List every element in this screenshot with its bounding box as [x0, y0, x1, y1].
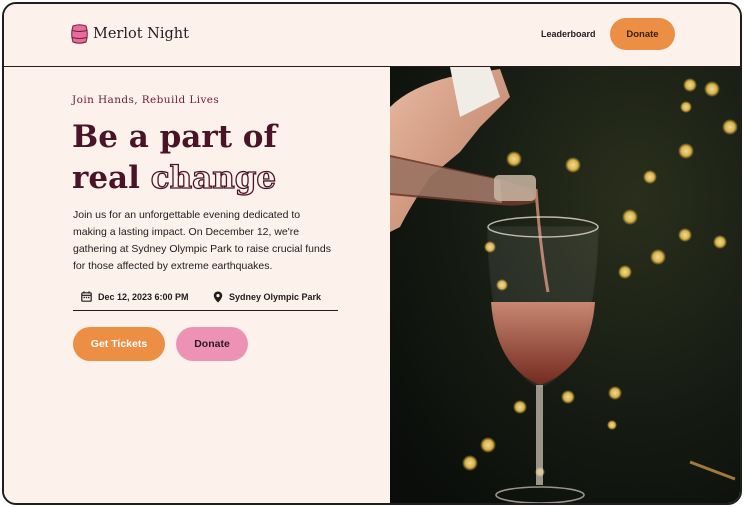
- event-details: Dec 12, 2023 6:00 PM Sydney Olympic Park: [73, 286, 338, 311]
- wine-pour-photo: [390, 67, 740, 503]
- brand-name: Merlot Night: [93, 26, 189, 42]
- event-date: Dec 12, 2023 6:00 PM: [81, 291, 189, 302]
- site-header: Merlot Night Leaderboard Donate: [4, 4, 740, 67]
- wine-barrel-icon: [71, 24, 88, 44]
- event-location: Sydney Olympic Park: [213, 291, 321, 303]
- event-date-text: Dec 12, 2023 6:00 PM: [98, 291, 189, 302]
- headline-word-real: real: [72, 160, 140, 196]
- headline-word-change: change: [150, 159, 277, 196]
- headline-line-1: Be a part of: [72, 119, 277, 155]
- nav-donate-button[interactable]: Donate: [610, 18, 675, 50]
- get-tickets-button[interactable]: Get Tickets: [73, 327, 165, 361]
- event-location-text: Sydney Olympic Park: [229, 292, 322, 302]
- map-pin-icon: [213, 291, 223, 303]
- hero-description: Join us for an unforgettable evening ded…: [73, 209, 331, 272]
- hero-eyebrow: Join Hands, Rebuild Lives: [72, 94, 220, 106]
- app-window: Merlot Night Leaderboard Donate Join Han…: [2, 2, 742, 505]
- hero-headline: Be a part of real change: [72, 117, 277, 199]
- brand-logo[interactable]: Merlot Night: [71, 24, 189, 44]
- hero-image: [390, 67, 740, 503]
- nav-leaderboard-link[interactable]: Leaderboard: [541, 29, 596, 39]
- calendar-icon: [81, 291, 92, 302]
- hero-donate-button[interactable]: Donate: [176, 327, 248, 361]
